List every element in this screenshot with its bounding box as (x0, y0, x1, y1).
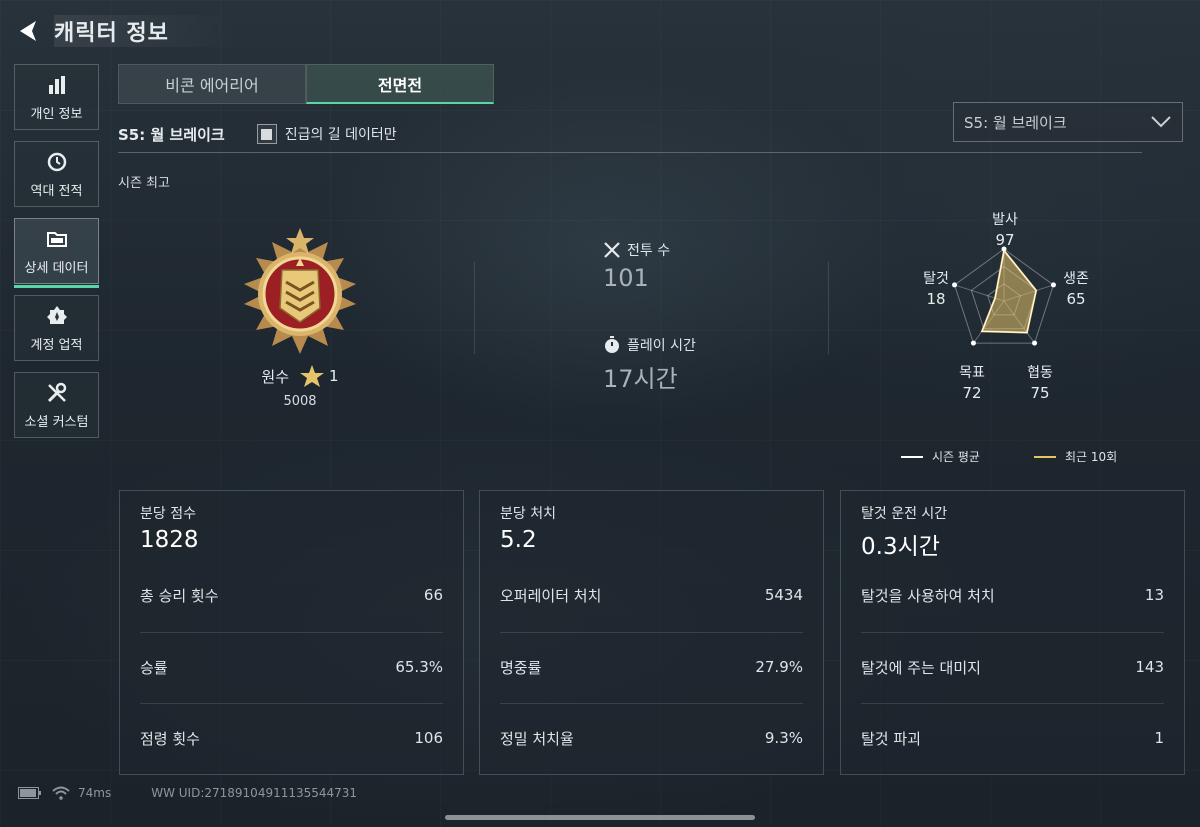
playtime-value: 17시간 (603, 365, 678, 393)
radar-vertex-dot (1032, 340, 1038, 346)
season-row: S5: 월 브레이크 진급의 길 데이터만 S5: 월 브레이크 (118, 102, 1183, 152)
score-card: 분당 점수 1828 총 승리 횟수 66 승률 65.3% 점령 횟수 106 (119, 490, 464, 775)
card-row: 탈것 파괴 1 (861, 729, 1164, 748)
radar-vertex-dot (970, 340, 976, 346)
stopwatch-icon (605, 336, 619, 353)
sidebar-item-history[interactable]: 역대 전적 (14, 141, 99, 207)
vehicle-card: 탈것 운전 시간 0.3시간 탈것을 사용하여 처치 13 탈것에 주는 대미지 1… (840, 490, 1185, 775)
legend-recent-10: 최근 10회 (1034, 448, 1117, 465)
vertical-divider (474, 262, 475, 354)
radar-label-objective: 목표 72 (959, 365, 985, 402)
legend-season-avg: 시즌 평균 (901, 448, 980, 465)
rank-score: 5008 (283, 394, 317, 409)
page-title: 캐릭터 정보 (54, 15, 239, 47)
back-arrow-icon (20, 21, 36, 41)
radar-chart: 발사 97 생존 65 협동 75 목표 72 탈것 18 (900, 205, 1160, 420)
chevron-down-icon (1151, 116, 1171, 128)
card-row: 정밀 처치율 9.3% (500, 729, 803, 748)
battles-label: 전투 수 (627, 243, 671, 259)
tab-total-war[interactable]: 전면전 (306, 64, 494, 104)
sidebar-item-label: 계정 업적 (30, 337, 83, 353)
crossed-swords-icon (604, 242, 620, 258)
sidebar-item-personal-info[interactable]: 개인 정보 (14, 64, 99, 130)
card-row: 점령 횟수 106 (140, 729, 443, 748)
history-icon (47, 152, 66, 171)
sidebar: 개인 정보 역대 전적 상세 데이터 계정 업적 소셜 커스텀 (14, 64, 100, 449)
radar-series-recent (980, 248, 1038, 334)
ping-value: 74ms (78, 786, 112, 800)
card-row: 총 승리 횟수 66 (140, 586, 443, 605)
season-best-label: 시즌 최고 (118, 176, 170, 191)
vertical-divider (828, 262, 829, 354)
uid-text: WW UID:27189104911135544731 (151, 786, 358, 800)
card-row: 승률 65.3% (140, 658, 443, 677)
card-title: 탈것 운전 시간 (861, 506, 948, 522)
season-select[interactable]: S5: 월 브레이크 (953, 102, 1183, 142)
card-row: 명중률 27.9% (500, 658, 803, 677)
card-title: 분당 처치 (500, 506, 556, 522)
card-row: 오퍼레이터 처치 5434 (500, 586, 803, 605)
sidebar-item-achievements[interactable]: 계정 업적 (14, 295, 99, 361)
back-button[interactable] (12, 16, 42, 46)
sidebar-item-label: 개인 정보 (30, 106, 83, 122)
kills-card: 분당 처치 5.2 오퍼레이터 처치 5434 명중률 27.9% 정밀 처치율 9.… (479, 490, 824, 775)
playtime-label: 플레이 시간 (627, 338, 696, 354)
divider (118, 152, 1142, 153)
achievement-icon (46, 305, 67, 324)
playtime-stat: 플레이 시간 17시간 (603, 335, 696, 394)
star-icon (300, 365, 325, 387)
status-footer: 74ms WW UID:27189104911135544731 (18, 786, 357, 800)
checkbox-label: 진급의 길 데이터만 (284, 127, 397, 143)
bar-chart-icon (48, 75, 65, 94)
season-label: S5: 월 브레이크 (118, 125, 225, 144)
card-main-value: 0.3시간 (861, 534, 940, 560)
rank-emblem-icon (244, 228, 356, 354)
checkbox-box[interactable] (256, 124, 277, 144)
sidebar-item-label: 소셜 커스텀 (24, 414, 89, 430)
rank-line: 원수 1 (220, 364, 380, 388)
card-title: 분당 점수 (140, 506, 196, 522)
promotion-data-checkbox[interactable]: 진급의 길 데이터만 (256, 124, 397, 144)
card-main-value: 1828 (140, 527, 199, 553)
rank-block: 원수 1 5008 (220, 226, 380, 409)
card-row: 탈것에 주는 대미지 143 (861, 658, 1164, 677)
folder-icon (46, 231, 67, 247)
sidebar-item-label: 상세 데이터 (24, 260, 89, 276)
battles-stat: 전투 수 101 (603, 240, 670, 292)
battery-icon (18, 787, 41, 799)
radar-label-fire: 발사 97 (992, 212, 1018, 249)
legend-recent-label: 최근 10회 (1065, 450, 1118, 464)
legend-avg-label: 시즌 평균 (932, 450, 980, 464)
radar-label-cooperation: 협동 75 (1027, 365, 1053, 402)
sidebar-item-label: 역대 전적 (30, 183, 83, 199)
sidebar-item-detail-data[interactable]: 상세 데이터 (14, 218, 99, 288)
radar-label-survival: 생존 65 (1063, 271, 1089, 308)
sidebar-item-social-custom[interactable]: 소셜 커스텀 (14, 372, 99, 438)
home-indicator[interactable] (445, 815, 755, 820)
tools-icon (47, 382, 66, 402)
wifi-icon (52, 786, 70, 800)
radar-label-vehicle: 탈것 18 (923, 271, 949, 308)
mode-tabs: 비콘 에어리어 전면전 (118, 64, 494, 104)
header: 캐릭터 정보 (12, 14, 239, 48)
card-main-value: 5.2 (500, 527, 537, 553)
card-row: 탈것을 사용하여 처치 13 (861, 586, 1164, 605)
tab-beacon-area[interactable]: 비콘 에어리어 (118, 64, 306, 104)
rank-name: 원수 (261, 367, 290, 386)
season-select-value: S5: 월 브레이크 (964, 113, 1067, 132)
battles-value: 101 (603, 264, 649, 292)
rank-stars: 1 (329, 367, 339, 385)
